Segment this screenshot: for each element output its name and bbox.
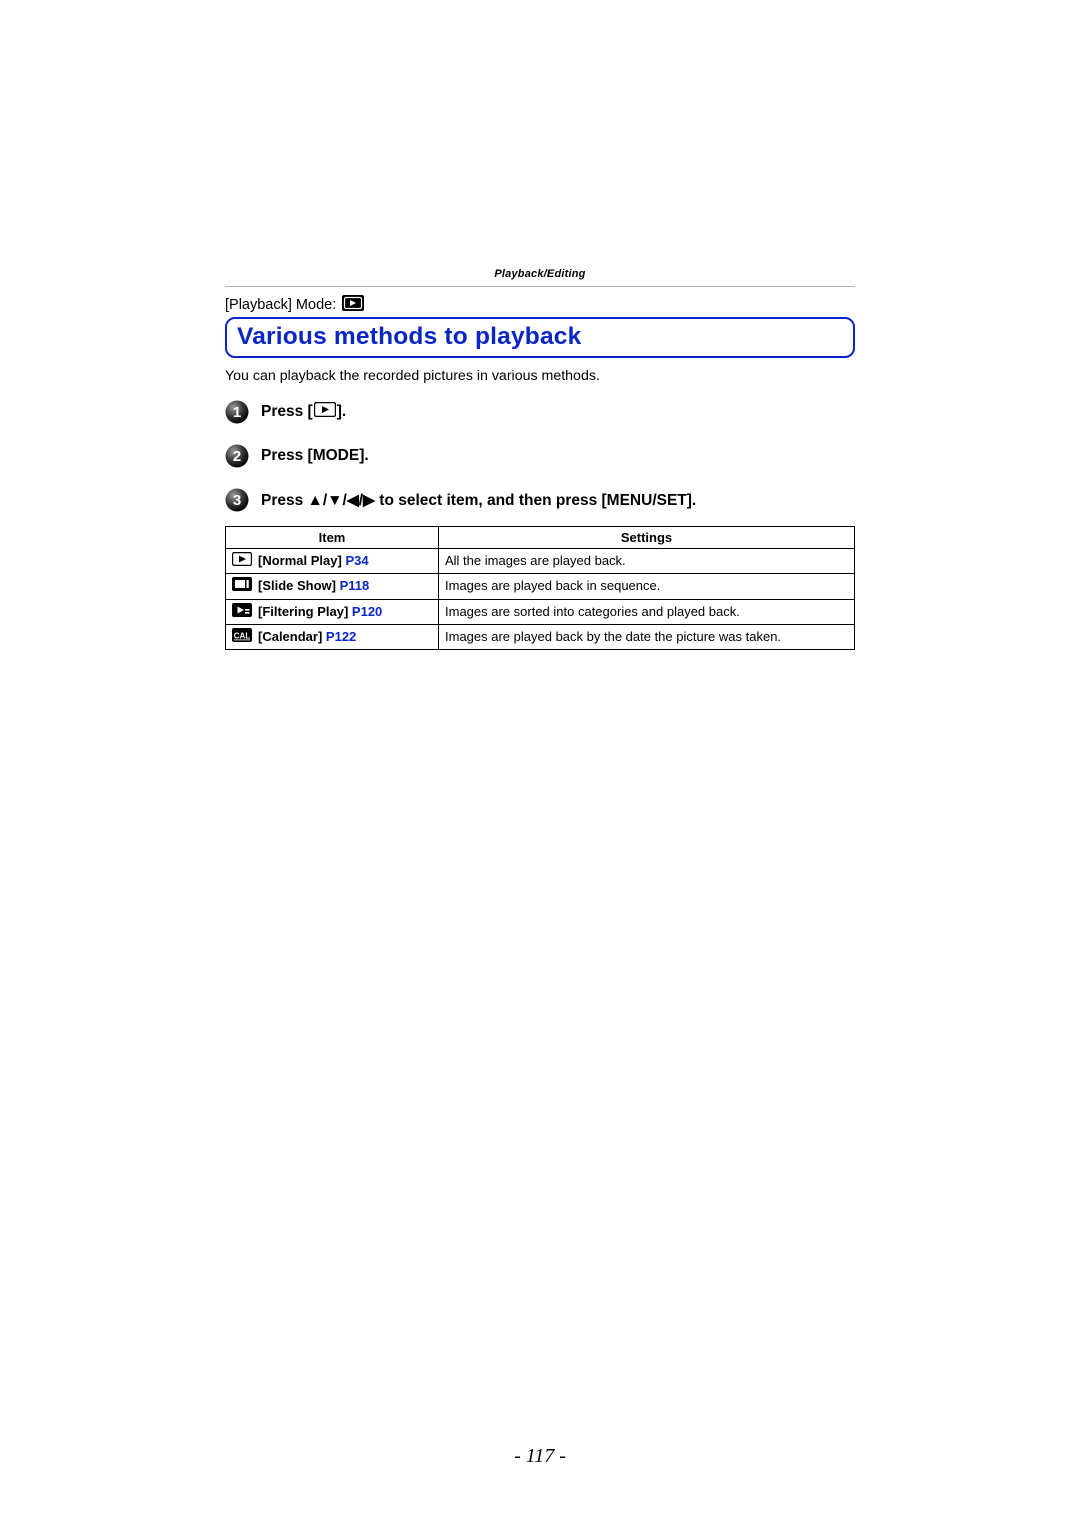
table-row: [Filtering Play] P120 Images are sorted … <box>226 599 855 624</box>
table-header-row: Item Settings <box>226 527 855 549</box>
step-2-text: Press [MODE]. <box>261 447 369 465</box>
step-3: 3 Press ▲/▼/◀/▶ to select item, and then… <box>225 488 855 512</box>
page-ref-link[interactable]: P120 <box>352 604 382 619</box>
page-ref-link[interactable]: P118 <box>340 578 370 593</box>
svg-text:2: 2 <box>233 448 241 465</box>
step-3-text: Press ▲/▼/◀/▶ to select item, and then p… <box>261 491 696 510</box>
step-2: 2 Press [MODE]. <box>225 444 855 468</box>
item-label: [Calendar] <box>258 629 322 644</box>
calendar-icon: CAL <box>232 628 252 646</box>
step-number-1-icon: 1 <box>225 400 249 424</box>
section-header: Playback/Editing <box>225 268 855 280</box>
page-ref-link[interactable]: P34 <box>345 553 368 568</box>
settings-cell: Images are played back by the date the p… <box>439 624 855 649</box>
page-number: - 117 - <box>0 1445 1080 1468</box>
item-label: [Slide Show] <box>258 578 336 593</box>
header-item: Item <box>226 527 439 549</box>
step-number-2-icon: 2 <box>225 444 249 468</box>
settings-cell: All the images are played back. <box>439 549 855 574</box>
item-label: [Filtering Play] <box>258 604 348 619</box>
playback-mode-line: [Playback] Mode: <box>225 295 855 315</box>
playback-mode-icon <box>342 295 364 315</box>
intro-text: You can playback the recorded pictures i… <box>225 368 855 384</box>
table-row: [Normal Play] P34 All the images are pla… <box>226 549 855 574</box>
step-1-text: Press [ ]. <box>261 402 346 422</box>
step-number-3-icon: 3 <box>225 488 249 512</box>
svg-text:1: 1 <box>233 404 241 421</box>
svg-text:CAL: CAL <box>234 631 251 640</box>
manual-page: Playback/Editing [Playback] Mode: Variou… <box>0 0 1080 1528</box>
settings-cell: Images are played back in sequence. <box>439 574 855 599</box>
item-label: [Normal Play] <box>258 553 342 568</box>
slide-show-icon <box>232 577 252 595</box>
header-settings: Settings <box>439 527 855 549</box>
step-1-prefix: Press [ <box>261 403 313 420</box>
table-row: [Slide Show] P118 Images are played back… <box>226 574 855 599</box>
mode-line-text: [Playback] Mode: <box>225 297 336 313</box>
step-1-suffix: ]. <box>337 403 346 420</box>
steps-list: 1 Press [ ]. <box>225 400 855 512</box>
page-title: Various methods to playback <box>237 323 843 351</box>
table-row: CAL [Calendar] P122 Images are played ba… <box>226 624 855 649</box>
options-table: Item Settings [Normal Play] <box>225 526 855 650</box>
playback-button-icon <box>314 402 336 422</box>
page-ref-link[interactable]: P122 <box>326 629 356 644</box>
page-title-box: Various methods to playback <box>225 317 855 358</box>
normal-play-icon <box>232 552 252 570</box>
step-1: 1 Press [ ]. <box>225 400 855 424</box>
svg-text:3: 3 <box>233 492 241 509</box>
filtering-play-icon <box>232 603 252 621</box>
divider <box>225 286 855 287</box>
settings-cell: Images are sorted into categories and pl… <box>439 599 855 624</box>
